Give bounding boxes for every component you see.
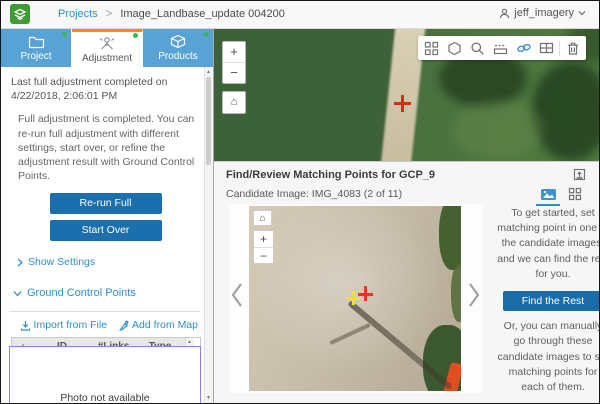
gcp-actions-row: Import from File Add from Map: [11, 318, 200, 332]
layers-hexagon-button[interactable]: [443, 36, 466, 60]
candidate-image-viewer: ⌂ + −: [229, 204, 483, 393]
search-button[interactable]: [466, 36, 489, 60]
links-button-active[interactable]: [512, 36, 535, 60]
photo-not-available-text: Photo not available: [60, 392, 149, 404]
project-status-dot: [62, 32, 67, 37]
map-zoom-out-button[interactable]: −: [223, 62, 245, 83]
image-zoom-in-button[interactable]: +: [254, 231, 273, 247]
products-status-dot: [204, 32, 209, 37]
gcp-marker-red-cross: [401, 95, 404, 112]
import-from-file-link[interactable]: Import from File: [20, 318, 108, 332]
map-home-button[interactable]: ⌂: [222, 91, 246, 114]
candidate-image-label: Candidate Image: IMG_4083 (2 of 11): [226, 188, 402, 200]
map-zoom-in-button[interactable]: +: [223, 42, 245, 62]
tab-products-label: Products: [158, 51, 197, 62]
folder-icon: [28, 35, 45, 49]
gcp-section-label: Ground Control Points: [27, 286, 136, 301]
adjustment-status-text: Last full adjustment completed on 4/22/2…: [11, 75, 200, 103]
chevron-down-icon: [578, 10, 586, 16]
user-name: jeff_imagery: [514, 7, 574, 19]
delete-trash-button[interactable]: [561, 36, 584, 60]
browse-images-button[interactable]: [420, 36, 443, 60]
adjustment-status-dot: [133, 33, 138, 38]
estimated-point-red-cross: [364, 286, 367, 301]
cube-icon: [170, 34, 186, 49]
left-panel: Project Adjustment Products Last full ad…: [1, 29, 214, 403]
help-secondary-text: Or, you can manually go through these ca…: [497, 319, 599, 395]
app-header: Projects > Image_Landbase_update 004200 …: [1, 1, 599, 29]
panel-scrollbar[interactable]: ▲ ▼: [204, 67, 213, 403]
grid-view-button[interactable]: [563, 184, 587, 204]
breadcrumb: Projects > Image_Landbase_update 004200: [58, 8, 285, 20]
start-over-button[interactable]: Start Over: [50, 220, 162, 241]
show-settings-label: Show Settings: [28, 255, 95, 269]
scroll-up-arrow[interactable]: ▲: [206, 69, 211, 75]
image-windows-button[interactable]: [535, 36, 558, 60]
gcp-photo-preview: Photo not available: [9, 346, 201, 404]
matching-point-yellow-cross: [352, 291, 355, 305]
app-logo-icon: [10, 4, 30, 24]
map-view[interactable]: + − ⌂ Find/Review Matching Points for GC…: [214, 29, 599, 403]
find-review-panel: Find/Review Matching Points for GCP_9 Ca…: [214, 161, 599, 403]
tab-adjustment[interactable]: Adjustment: [72, 29, 143, 67]
user-menu[interactable]: jeff_imagery: [499, 7, 586, 19]
pole-shadow-branch: [329, 323, 371, 345]
find-the-rest-button[interactable]: Find the Rest: [503, 291, 599, 311]
image-zoom-out-button[interactable]: −: [254, 247, 273, 263]
toolbar-divider: [559, 41, 560, 56]
map-toolbar: [418, 36, 586, 60]
breadcrumb-separator: >: [106, 8, 112, 20]
breadcrumb-projects-link[interactable]: Projects: [58, 8, 98, 20]
divider: [9, 311, 200, 312]
rerun-full-button[interactable]: Re-run Full: [50, 193, 162, 214]
panel-tabs: Project Adjustment Products: [1, 29, 213, 67]
find-review-title: Find/Review Matching Points for GCP_9: [226, 169, 435, 181]
vegetation-patch: [439, 206, 461, 270]
user-icon: [499, 8, 510, 19]
next-image-button[interactable]: [467, 281, 481, 309]
app-window: Projects > Image_Landbase_update 004200 …: [0, 0, 600, 404]
map-zoom-control: + −: [222, 41, 246, 84]
import-icon: [20, 320, 31, 331]
vegetation-patch: [451, 264, 461, 322]
tab-project-label: Project: [20, 51, 51, 62]
image-home-button[interactable]: ⌂: [253, 210, 272, 226]
add-from-map-label: Add from Map: [132, 318, 198, 332]
breadcrumb-project-title: Image_Landbase_update 004200: [120, 8, 285, 20]
adjustment-description: Full adjustment is completed. You can re…: [18, 112, 198, 183]
scroll-down-arrow[interactable]: ▼: [206, 395, 211, 401]
collapse-panel-button[interactable]: [573, 168, 586, 181]
gcp-section-toggle[interactable]: Ground Control Points: [13, 286, 200, 301]
import-from-file-label: Import from File: [34, 318, 108, 332]
show-settings-toggle[interactable]: Show Settings: [17, 255, 200, 269]
tab-adjustment-label: Adjustment: [82, 53, 132, 64]
tab-products[interactable]: Products: [143, 29, 213, 67]
candidate-image[interactable]: ⌂ + −: [249, 206, 461, 391]
scrollbar-thumb[interactable]: [206, 77, 211, 165]
adjustment-gcp-icon: [98, 36, 116, 51]
view-toggle-group: [536, 184, 587, 206]
map-grass-highlight: [452, 101, 544, 159]
chevron-right-icon: [17, 258, 23, 267]
tab-project[interactable]: Project: [1, 29, 72, 67]
previous-image-button[interactable]: [230, 281, 244, 309]
measure-button[interactable]: [489, 36, 512, 60]
chevron-down-icon: [13, 290, 22, 297]
help-primary-text: To get started, set matching point in on…: [497, 206, 599, 282]
add-from-map-link[interactable]: Add from Map: [118, 318, 198, 332]
image-zoom-control: ⌂ + −: [253, 210, 272, 264]
add-pin-icon: [118, 320, 129, 331]
single-image-view-button[interactable]: [536, 184, 560, 206]
help-column: To get started, set matching point in on…: [497, 206, 599, 395]
